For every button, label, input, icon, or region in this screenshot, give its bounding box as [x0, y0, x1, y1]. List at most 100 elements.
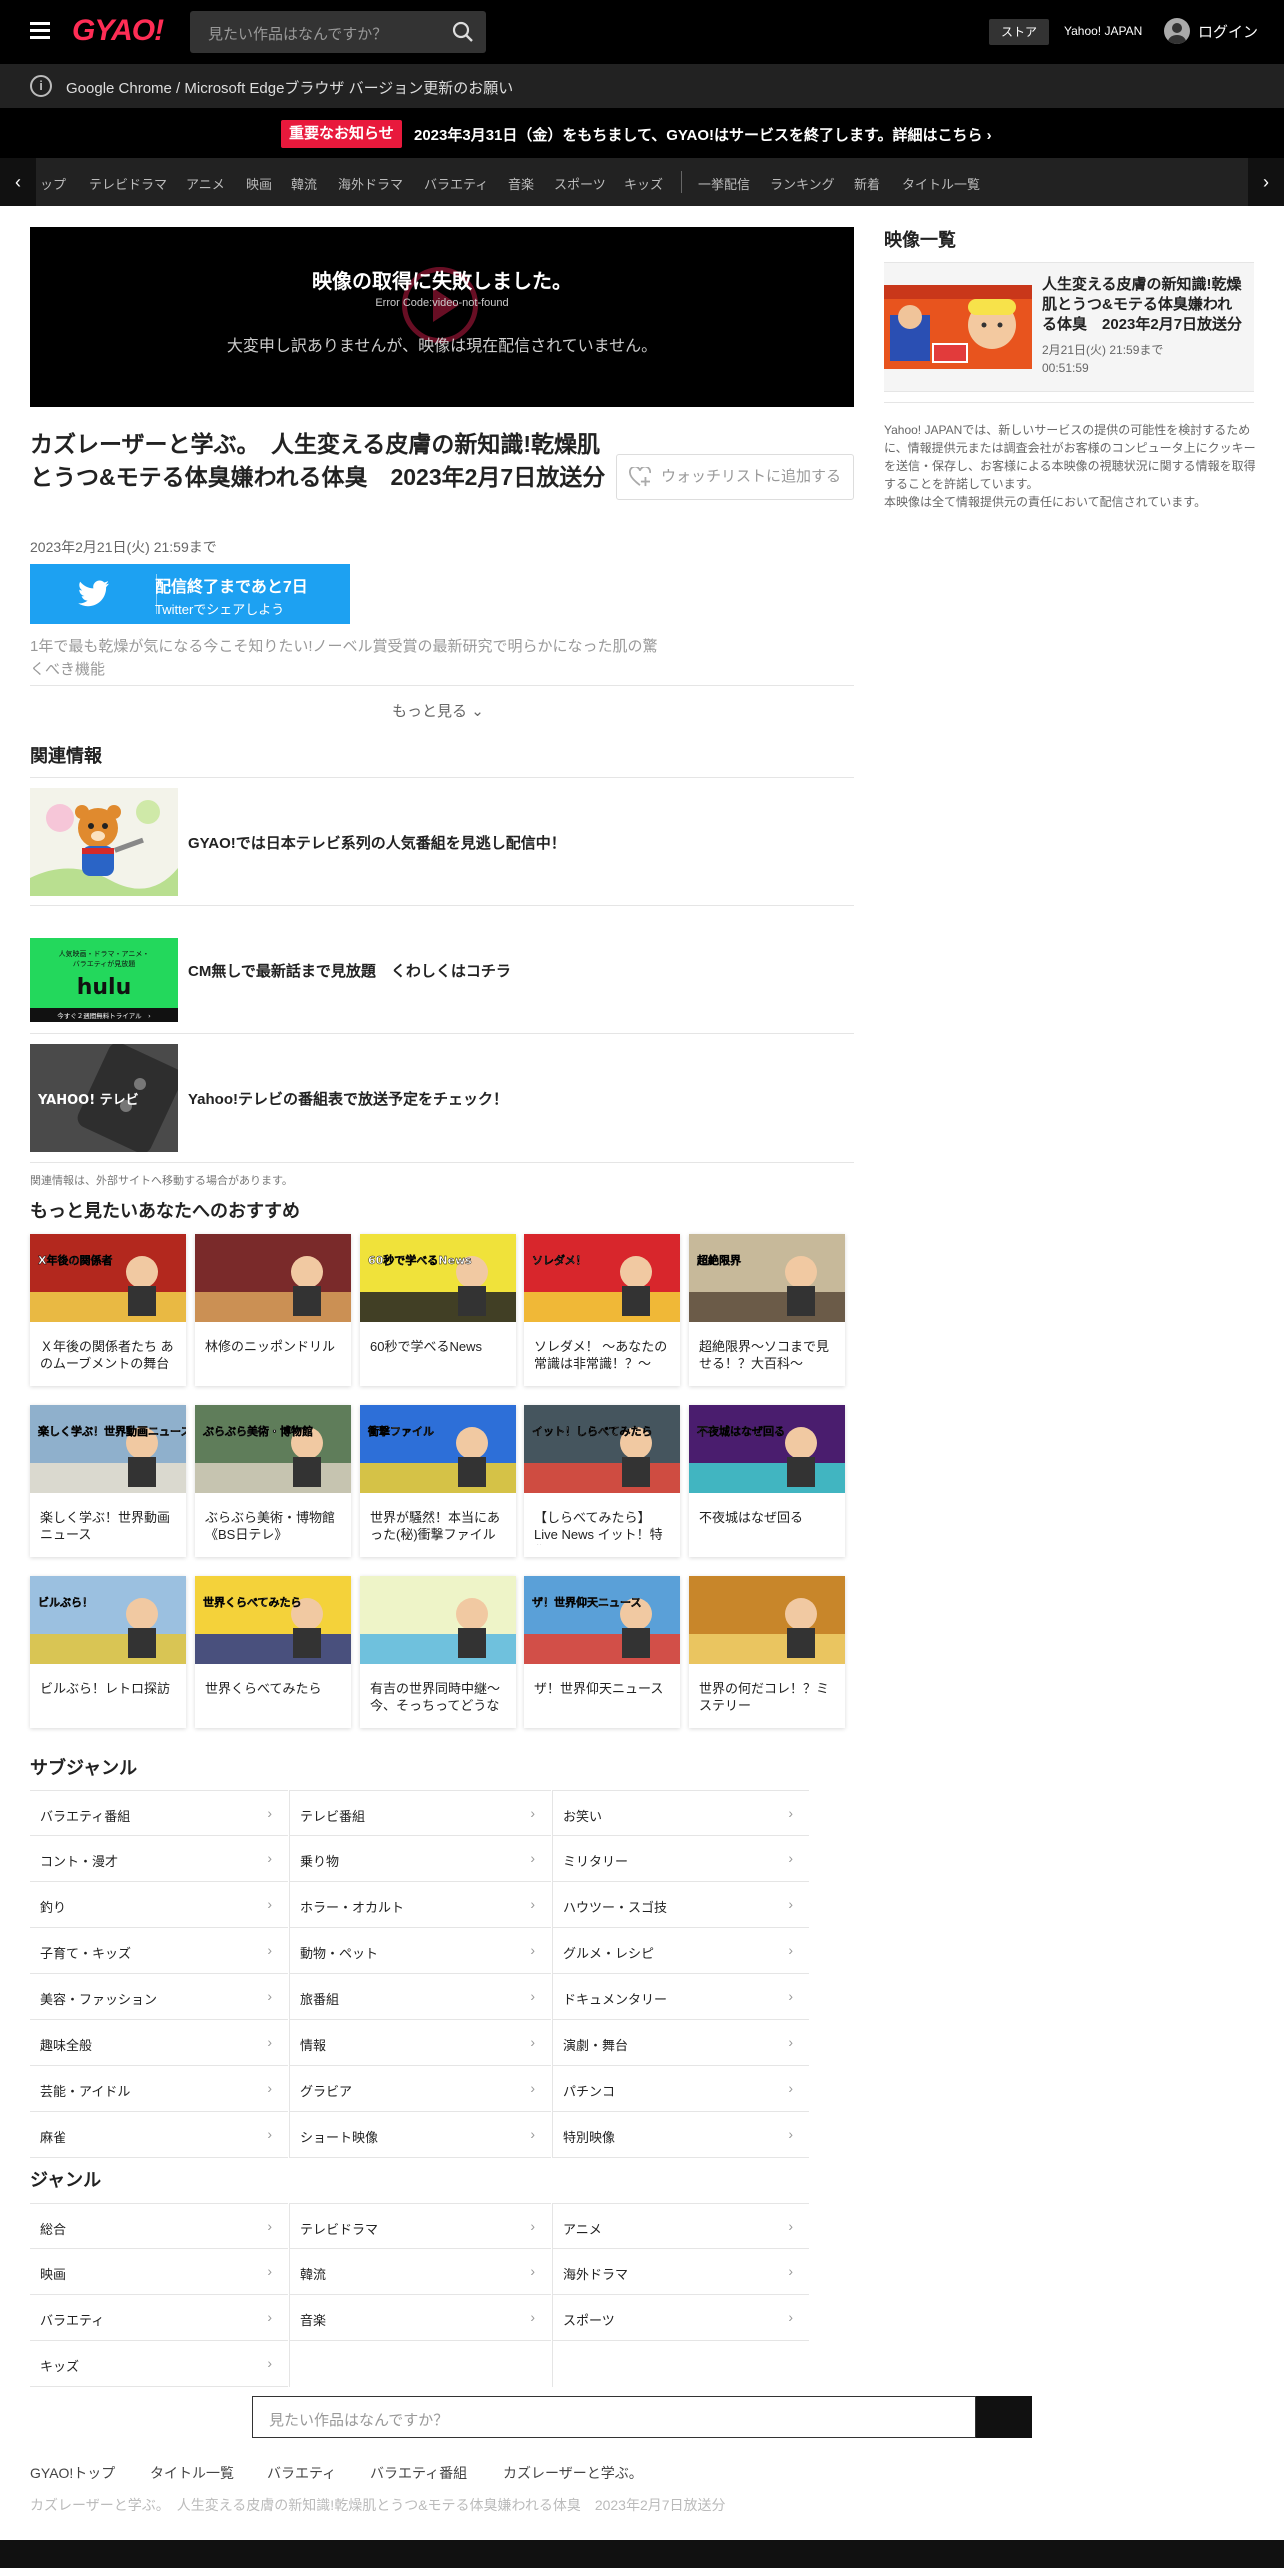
subgenre-link[interactable]: ハウツー・スゴ技 › — [553, 1882, 809, 1928]
genre-link[interactable]: 韓流 › — [290, 2249, 551, 2295]
chevron-right-icon: › — [267, 1942, 272, 1958]
gnav-item[interactable]: スポーツ — [554, 174, 606, 193]
sidebar-notice: Yahoo! JAPANでは、新しいサービスの提供の可能性を検討するために、情報… — [884, 423, 1256, 509]
subgenre-link[interactable]: バラエティ番組 › — [30, 1790, 288, 1836]
recommend-card[interactable]: 世界くらべてみたら 世界くらべてみたら — [195, 1576, 351, 1728]
browser-notice[interactable]: i Google Chrome / Microsoft Edgeブラウザ バージ… — [0, 64, 1284, 108]
recommend-card[interactable]: ソレダメ！ ソレダメ！ ～あなたの常識は非常識！？～ — [524, 1234, 680, 1386]
add-watchlist-button[interactable]: ウォッチリストに追加する — [616, 454, 854, 500]
recommend-card[interactable]: ぶらぶら美術・博物館 ぶらぶら美術・博物館《BS日テレ》 — [195, 1405, 351, 1557]
subgenre-link[interactable]: 演劇・舞台 › — [553, 2020, 809, 2066]
genre-link[interactable]: 総合 › — [30, 2203, 288, 2249]
gnav-item[interactable]: 海外ドラマ — [338, 174, 403, 193]
recommend-card[interactable]: 不夜城はなぜ回る 不夜城はなぜ回る — [689, 1405, 845, 1557]
important-notice[interactable]: 重要なお知らせ 2023年3月31日（金）をもちまして、GYAO!はサービスを終… — [0, 108, 1284, 158]
search-input[interactable]: 見たい作品はなんですか？ — [190, 11, 486, 53]
subgenre-link[interactable]: 趣味全般 › — [30, 2020, 288, 2066]
recommend-card[interactable]: 楽しく学ぶ！世界動画ニュース 楽しく学ぶ！世界動画ニュース — [30, 1405, 186, 1557]
recommend-card[interactable]: 衝撃ファイル 世界が騒然！本当にあった(秘)衝撃ファイル — [360, 1405, 516, 1557]
menu-icon[interactable] — [30, 22, 50, 40]
genre-link[interactable]: 映画 › — [30, 2249, 288, 2295]
subgenre-link[interactable]: お笑い › — [553, 1790, 809, 1836]
search-icon[interactable] — [452, 21, 474, 43]
genre-heading: ジャンル — [30, 2170, 102, 2190]
subgenre-link[interactable]: 芸能・アイドル › — [30, 2066, 288, 2112]
genre-link[interactable]: スポーツ › — [553, 2295, 809, 2341]
video-player[interactable]: 映像の取得に失敗しました。 Error Code:video-not-found… — [30, 227, 854, 407]
subgenre-link[interactable]: テレビ番組 › — [290, 1790, 551, 1836]
bottom-search-input[interactable]: 見たい作品はなんですか？ — [252, 2396, 976, 2438]
genre-link[interactable]: キッズ › — [30, 2341, 288, 2387]
chevron-right-icon: › — [267, 1896, 272, 1912]
subgenre-link[interactable]: 釣り › — [30, 1882, 288, 1928]
related-item[interactable]: YAHOO! テレビ Yahoo!テレビの番組表で放送予定をチェック！ — [30, 1033, 854, 1163]
breadcrumb-item[interactable]: バラエティ番組 — [370, 2463, 467, 2483]
subgenre-link[interactable]: グラビア › — [290, 2066, 551, 2112]
subgenre-link[interactable]: ドキュメンタリー › — [553, 1974, 809, 2020]
gnav-item[interactable]: 韓流 — [291, 174, 317, 193]
genre-link[interactable]: 音楽 › — [290, 2295, 551, 2341]
subgenre-link[interactable]: ショート映像 › — [290, 2112, 551, 2158]
gnav-item[interactable]: 一挙配信 — [698, 174, 750, 193]
subgenre-link[interactable]: ミリタリー › — [553, 1836, 809, 1882]
bottom-search-button[interactable] — [976, 2396, 1032, 2438]
recommend-card[interactable]: ザ！世界仰天ニュース ザ！世界仰天ニュース — [524, 1576, 680, 1728]
genre-link[interactable]: 海外ドラマ › — [553, 2249, 809, 2295]
login-button[interactable]: ログイン — [1164, 18, 1258, 44]
card-thumbnail: ソレダメ！ — [524, 1234, 680, 1322]
subgenre-link[interactable]: 旅番組 › — [290, 1974, 551, 2020]
chevron-right-icon[interactable]: › — [1248, 158, 1284, 206]
yahoo-japan-link[interactable]: Yahoo! JAPAN — [1064, 24, 1142, 38]
chevron-left-icon[interactable]: ‹ — [0, 158, 36, 206]
related-item[interactable]: GYAO!では日本テレビ系列の人気番組を見逃し配信中！ — [30, 777, 854, 905]
chevron-right-icon: › — [788, 2309, 793, 2325]
svg-text:イット！しらべてみたら: イット！しらべてみたら — [532, 1425, 653, 1438]
subgenre-link[interactable]: 麻雀 › — [30, 2112, 288, 2158]
subgenre-label: 動物・ペット — [300, 1946, 379, 1961]
breadcrumb-item[interactable]: バラエティ — [267, 2463, 336, 2483]
breadcrumb-item[interactable]: タイトル一覧 — [150, 2463, 234, 2483]
gyao-logo[interactable]: GYAO! — [72, 14, 164, 48]
store-button[interactable]: ストア — [989, 19, 1049, 45]
gnav-item[interactable]: ップ — [40, 174, 66, 193]
subgenre-link[interactable]: コント・漫才 › — [30, 1836, 288, 1882]
gnav-item[interactable]: バラエティ — [424, 174, 488, 193]
subgenre-link[interactable]: 動物・ペット › — [290, 1928, 551, 1974]
breadcrumb-item[interactable]: カズレーザーと学ぶ。 — [503, 2463, 643, 2483]
card-thumbnail: 衝撃ファイル — [360, 1405, 516, 1493]
recommend-card[interactable]: 超絶限界 超絶限界～ソコまで見せる！？大百科～ — [689, 1234, 845, 1386]
gnav-item[interactable]: 映画 — [246, 174, 272, 193]
gnav-item[interactable]: ランキング — [770, 174, 835, 193]
recommend-card[interactable]: X年後の関係者 Ｘ年後の関係者たち あのムーブメントの舞台 — [30, 1234, 186, 1386]
player-error-title: 映像の取得に失敗しました。 — [312, 271, 572, 293]
twitter-share-button[interactable]: 配信終了まであと7日 Twitterでシェアしよう — [30, 564, 350, 624]
subgenre-link[interactable]: ホラー・オカルト › — [290, 1882, 551, 1928]
show-more-button[interactable]: もっと見る ⌄ — [392, 700, 484, 721]
subgenre-link[interactable]: グルメ・レシピ › — [553, 1928, 809, 1974]
gnav-item[interactable]: 新着 — [854, 174, 880, 193]
recommend-card[interactable]: 世界の何だコレ！？ミステリー — [689, 1576, 845, 1728]
gnav-item[interactable]: アニメ — [186, 174, 225, 193]
subgenre-link[interactable]: 美容・ファッション › — [30, 1974, 288, 2020]
related-item[interactable]: 人気映画・ドラマ・アニメ・ バラエティが見放題 hulu 今すぐ２週間無料トライ… — [30, 905, 854, 1033]
chevron-right-icon: › — [267, 2263, 272, 2279]
genre-link[interactable]: バラエティ › — [30, 2295, 288, 2341]
subgenre-link[interactable]: 情報 › — [290, 2020, 551, 2066]
gnav-item[interactable]: タイトル一覧 — [902, 174, 980, 193]
recommend-card[interactable]: ビルぶら！ ビルぶら！レトロ探訪 — [30, 1576, 186, 1728]
subgenre-link[interactable]: 特別映像 › — [553, 2112, 809, 2158]
subgenre-link[interactable]: 乗り物 › — [290, 1836, 551, 1882]
genre-link[interactable]: テレビドラマ › — [290, 2203, 551, 2249]
recommend-card[interactable]: 60秒で学べるNews 60秒で学べるNews — [360, 1234, 516, 1386]
genre-link[interactable]: アニメ › — [553, 2203, 809, 2249]
recommend-card[interactable]: イット！しらべてみたら【しらべてみたら】Live News イット！特集 — [524, 1405, 680, 1557]
gnav-item[interactable]: キッズ — [624, 174, 663, 193]
recommend-card[interactable]: 有吉の世界同時中継～今、そっちってどうなってますか？～ — [360, 1576, 516, 1728]
subgenre-link[interactable]: 子育て・キッズ › — [30, 1928, 288, 1974]
sidebar-video-item[interactable]: 人生変える皮膚の新知識!乾燥肌とうつ&モテる体臭嫌われる体臭 2023年2月7日… — [884, 262, 1254, 392]
gnav-item[interactable]: テレビドラマ — [89, 174, 167, 193]
recommend-card[interactable]: 林修のニッポンドリル — [195, 1234, 351, 1386]
breadcrumb-item[interactable]: GYAO!トップ — [30, 2463, 115, 2483]
subgenre-link[interactable]: パチンコ › — [553, 2066, 809, 2112]
gnav-item[interactable]: 音楽 — [508, 174, 534, 193]
